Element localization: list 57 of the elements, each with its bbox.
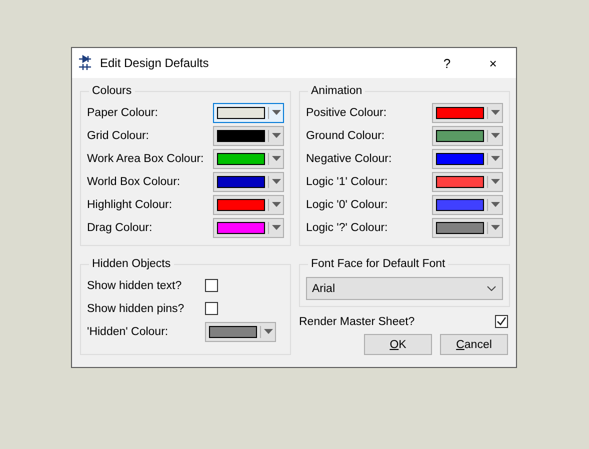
field-label: Drag Colour: [87, 222, 152, 234]
field-label: Ground Colour: [306, 130, 385, 142]
dropdown-arrow-icon [272, 225, 281, 230]
dropdown-arrow-icon [272, 110, 281, 115]
close-button[interactable]: × [470, 48, 516, 78]
dialog-button[interactable]: OK [364, 334, 432, 355]
group-title: Colours [91, 85, 133, 97]
dropdown-arrow-icon [272, 179, 281, 184]
dropdown-arrow-icon [272, 133, 281, 138]
field-label: Logic '?' Colour: [306, 222, 388, 234]
checkbox[interactable] [205, 279, 218, 292]
field-label: World Box Colour: [87, 176, 180, 188]
colour-dropdown[interactable] [432, 194, 503, 214]
group-title: Font Face for Default Font [310, 258, 446, 270]
dropdown-arrow-icon [491, 202, 500, 207]
dropdown-arrow-icon [272, 156, 281, 161]
colour-dropdown[interactable] [213, 126, 284, 146]
colour-dropdown[interactable] [213, 218, 284, 238]
field-label: Work Area Box Colour: [87, 152, 204, 164]
colour-dropdown[interactable] [432, 102, 503, 122]
dropdown-arrow-icon [491, 225, 500, 230]
colour-dropdown[interactable] [213, 194, 284, 214]
help-button[interactable]: ? [424, 48, 470, 78]
dropdown-arrow-icon [272, 202, 281, 207]
colour-dropdown[interactable] [432, 148, 503, 168]
checkbox[interactable] [205, 302, 218, 315]
dropdown-arrow-icon [491, 133, 500, 138]
dropdown-arrow-icon [491, 156, 500, 161]
chevron-down-icon [487, 286, 496, 291]
font-dropdown[interactable]: Arial [306, 277, 503, 300]
group-title: Animation [310, 85, 364, 97]
colour-dropdown[interactable] [432, 172, 503, 192]
dropdown-arrow-icon [491, 110, 500, 115]
colour-dropdown[interactable] [432, 218, 503, 238]
checkbox-label: Show hidden text? [87, 280, 183, 292]
window-title: Edit Design Defaults [100, 56, 210, 70]
field-label: Paper Colour: [87, 106, 158, 118]
field-label: Highlight Colour: [87, 198, 172, 210]
checkbox[interactable] [495, 315, 508, 328]
field-label: Logic '1' Colour: [306, 176, 388, 188]
field-label: 'Hidden' Colour: [87, 326, 170, 338]
checkbox-label: Show hidden pins? [87, 302, 186, 314]
colour-dropdown[interactable] [213, 172, 284, 192]
dropdown-arrow-icon [491, 179, 500, 184]
dropdown-arrow-icon [264, 329, 273, 334]
field-label: Negative Colour: [306, 152, 392, 164]
diode-icon [78, 55, 92, 71]
colour-dropdown[interactable] [213, 148, 284, 168]
field-label: Logic '0' Colour: [306, 198, 388, 210]
colour-dropdown[interactable] [205, 322, 276, 342]
group-title: Hidden Objects [91, 258, 172, 270]
field-label: Positive Colour: [306, 106, 387, 118]
field-label: Grid Colour: [87, 130, 149, 142]
colour-dropdown[interactable] [432, 126, 503, 146]
dialog-button[interactable]: Cancel [440, 334, 508, 355]
checkbox-label: Render Master Sheet? [299, 316, 415, 328]
colour-dropdown[interactable] [213, 102, 284, 122]
